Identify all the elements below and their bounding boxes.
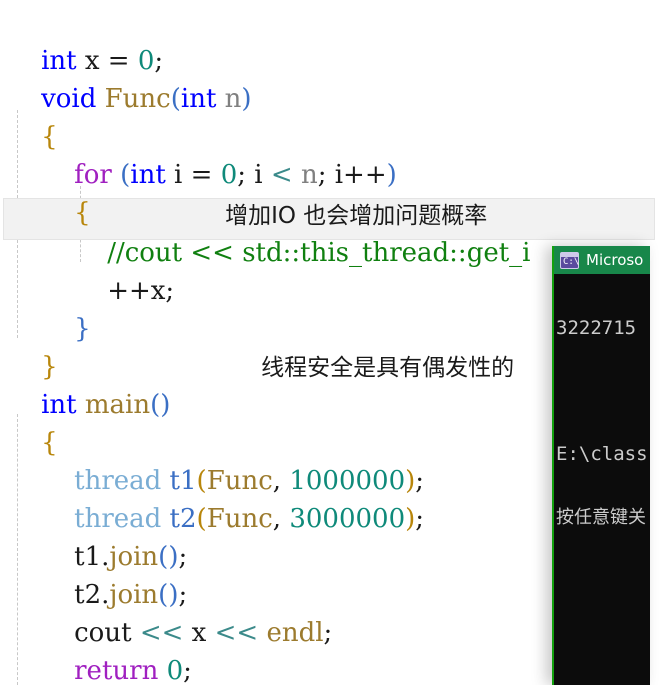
console-window-title: Microso <box>586 251 644 269</box>
code-line-2[interactable]: void Func(int n) <box>8 42 659 114</box>
console-output-area[interactable]: 3222715 E:\class-n 按任意键关 <box>554 274 650 568</box>
console-line-exe-path: E:\class-n <box>556 443 650 465</box>
annotation-io-note: 增加IO 也会增加问题概率 <box>192 158 659 229</box>
console-line-output-sum: 3222715 <box>556 317 637 339</box>
console-icon-glyph: C:\ <box>563 256 580 267</box>
console-titlebar[interactable]: C:\ Microso <box>554 246 650 274</box>
code-line-4[interactable]: for (int i = 0; i < n; i++) <box>8 118 659 190</box>
console-app-icon: C:\ <box>560 251 580 269</box>
console-window[interactable]: C:\ Microso 3222715 E:\class-n 按任意键关 <box>552 246 650 685</box>
console-line-press-any-key: 按任意键关 <box>556 507 646 528</box>
code-line-1[interactable]: int x = 0; <box>8 4 659 76</box>
code-line-3[interactable]: { <box>8 80 659 152</box>
code-line-6[interactable]: //cout << std::this_thread::get_i <box>8 196 659 268</box>
